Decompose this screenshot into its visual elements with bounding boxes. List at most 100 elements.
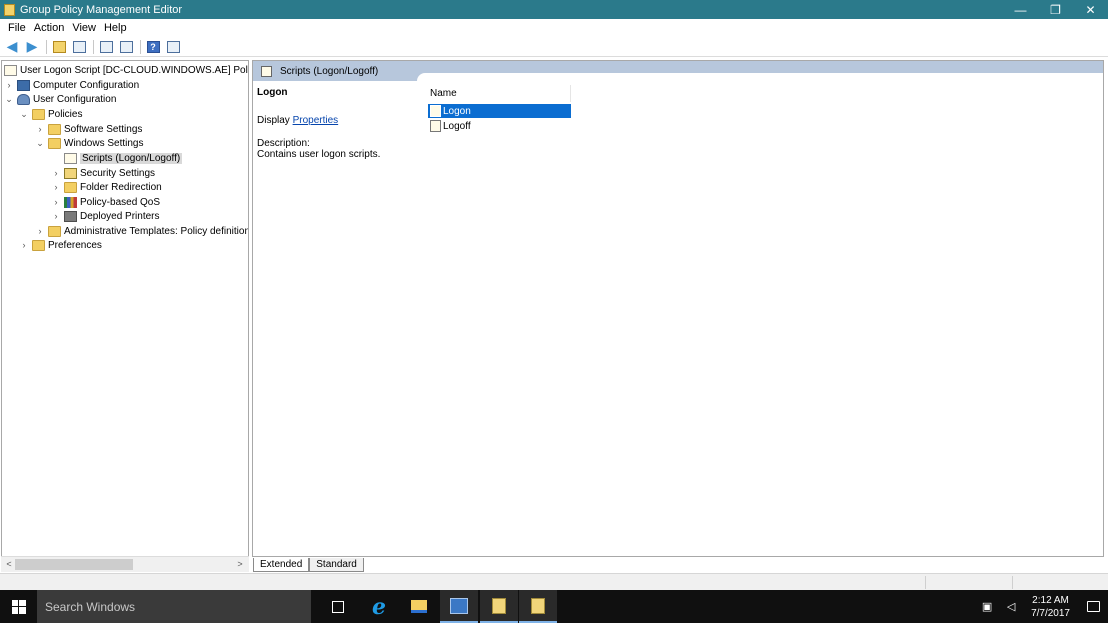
- tab-extended[interactable]: Extended: [253, 558, 310, 572]
- folder-icon: [32, 108, 45, 120]
- extended-description: Logon Display Properties Description: Co…: [257, 87, 417, 160]
- file-explorer-button[interactable]: [400, 590, 438, 623]
- tree-item-label: Preferences: [48, 239, 102, 251]
- display-prefix: Display: [257, 115, 293, 126]
- properties-icon[interactable]: [97, 39, 115, 55]
- internet-explorer-button[interactable]: e: [360, 590, 398, 623]
- column-header-name[interactable]: Name: [427, 85, 571, 102]
- tree-item-software-settings[interactable]: › Software Settings: [35, 122, 142, 136]
- chevron-down-icon[interactable]: ⌄: [4, 94, 14, 105]
- chevron-down-icon[interactable]: ⌄: [19, 109, 29, 120]
- menu-help[interactable]: Help: [100, 22, 131, 34]
- tree-item-label: Policies: [48, 108, 83, 120]
- tree-item-user-configuration[interactable]: ⌄ User Configuration: [4, 92, 116, 106]
- toolbar: ◀ ▶ ?: [0, 37, 1108, 57]
- chevron-right-icon[interactable]: ›: [4, 80, 14, 90]
- chevron-right-icon[interactable]: ›: [51, 168, 61, 178]
- tab-standard[interactable]: Standard: [309, 558, 364, 572]
- search-placeholder: Search Windows: [45, 599, 136, 614]
- tree-item-scripts-logon-logoff[interactable]: Scripts (Logon/Logoff): [64, 151, 183, 165]
- taskbar: Search Windows e ▣ ◁ 2:12 AM 7/7/2017: [0, 590, 1108, 623]
- tree-item-label: Policy-based QoS: [80, 196, 161, 208]
- group-policy-management-button[interactable]: [480, 590, 518, 623]
- tree-item-policy-root[interactable]: User Logon Script [DC-CLOUD.WINDOWS.AE] …: [4, 63, 248, 77]
- scroll-left-arrow-icon[interactable]: <: [3, 558, 15, 571]
- computer-icon: [17, 79, 30, 91]
- tree-item-label: Folder Redirection: [80, 181, 162, 193]
- tree-item-windows-settings[interactable]: ⌄ Windows Settings: [35, 136, 143, 150]
- task-view-button[interactable]: [319, 590, 357, 623]
- list-item-label: Logoff: [443, 120, 471, 132]
- user-icon: [17, 93, 30, 105]
- tree-item-policy-based-qos[interactable]: › Policy-based QoS: [51, 195, 160, 209]
- help-icon[interactable]: ?: [144, 39, 162, 55]
- chevron-right-icon[interactable]: ›: [35, 124, 45, 134]
- up-folder-icon[interactable]: [50, 39, 68, 55]
- tree-item-policies[interactable]: ⌄ Policies: [19, 107, 82, 121]
- window-title: Group Policy Management Editor: [20, 3, 183, 16]
- start-button[interactable]: [0, 590, 37, 623]
- action-center-button[interactable]: [1078, 590, 1108, 623]
- folder-icon: [32, 239, 45, 251]
- list-item-label: Logon: [443, 105, 471, 117]
- group-policy-editor-button[interactable]: [519, 590, 557, 623]
- system-tray: ▣ ◁ 2:12 AM 7/7/2017: [975, 590, 1108, 623]
- tree-horizontal-scrollbar[interactable]: < >: [1, 556, 249, 572]
- tree-item-computer-configuration[interactable]: › Computer Configuration: [4, 78, 139, 92]
- minimize-button[interactable]: —: [1003, 0, 1038, 19]
- folder-icon: [48, 137, 61, 149]
- group-policy-editor-icon: [531, 597, 545, 614]
- volume-muted-icon[interactable]: ◁: [1004, 601, 1018, 613]
- status-divider: [1012, 576, 1013, 589]
- properties-link[interactable]: Properties: [293, 115, 339, 126]
- printer-icon: [64, 210, 77, 222]
- tree-item-security-settings[interactable]: › Security Settings: [51, 166, 155, 180]
- network-icon[interactable]: ▣: [980, 601, 994, 613]
- gpo-editor-icon: [4, 3, 15, 16]
- menu-action[interactable]: Action: [30, 22, 69, 34]
- show-hide-tree-icon[interactable]: [70, 39, 88, 55]
- clock[interactable]: 2:12 AM 7/7/2017: [1031, 594, 1070, 620]
- script-icon: [261, 65, 272, 77]
- chevron-down-icon[interactable]: ⌄: [35, 138, 45, 149]
- scrollbar-thumb[interactable]: [15, 559, 133, 570]
- internet-explorer-icon: e: [372, 593, 386, 620]
- display-properties-line: Display Properties: [257, 115, 417, 126]
- list-item-logoff[interactable]: Logoff: [428, 119, 571, 133]
- chevron-right-icon[interactable]: ›: [19, 240, 29, 250]
- menu-view[interactable]: View: [68, 22, 100, 34]
- tree-item-label: Deployed Printers: [80, 210, 160, 222]
- back-arrow-icon[interactable]: ◀: [3, 38, 21, 55]
- menu-file[interactable]: File: [4, 22, 30, 34]
- forward-arrow-icon[interactable]: ▶: [23, 38, 41, 55]
- clock-time: 2:12 AM: [1032, 594, 1069, 606]
- chevron-right-icon[interactable]: ›: [51, 197, 61, 207]
- folder-icon: [48, 225, 61, 237]
- tree-item-folder-redirection[interactable]: › Folder Redirection: [51, 180, 162, 194]
- restore-button[interactable]: ❐: [1038, 0, 1073, 19]
- tree-pane[interactable]: User Logon Script [DC-CLOUD.WINDOWS.AE] …: [1, 60, 249, 572]
- script-icon: [4, 64, 17, 76]
- toolbar-separator: [140, 39, 141, 54]
- tree-item-deployed-printers[interactable]: › Deployed Printers: [51, 209, 159, 223]
- tree-item-label: Administrative Templates: Policy definit…: [64, 225, 249, 237]
- show-action-pane-icon[interactable]: [164, 39, 182, 55]
- tree-item-preferences[interactable]: › Preferences: [19, 238, 102, 252]
- chevron-right-icon[interactable]: ›: [51, 211, 61, 221]
- tree-item-label: Security Settings: [80, 167, 156, 179]
- chevron-right-icon[interactable]: ›: [35, 226, 45, 236]
- list-item-logon[interactable]: Logon: [428, 104, 571, 118]
- window-controls: — ❐ ✕: [1003, 0, 1108, 19]
- toolbar-separator: [46, 39, 47, 54]
- folder-icon: [48, 123, 61, 135]
- tree-item-label: Software Settings: [64, 123, 143, 135]
- script-icon: [430, 105, 441, 117]
- taskbar-search-box[interactable]: Search Windows: [37, 590, 311, 623]
- chevron-right-icon[interactable]: ›: [51, 182, 61, 192]
- server-manager-button[interactable]: [440, 590, 478, 623]
- toolbar-separator: [93, 39, 94, 54]
- close-button[interactable]: ✕: [1073, 0, 1108, 19]
- scroll-right-arrow-icon[interactable]: >: [234, 558, 246, 571]
- tree-item-administrative-templates[interactable]: › Administrative Templates: Policy defin…: [35, 224, 249, 238]
- export-list-icon[interactable]: [117, 39, 135, 55]
